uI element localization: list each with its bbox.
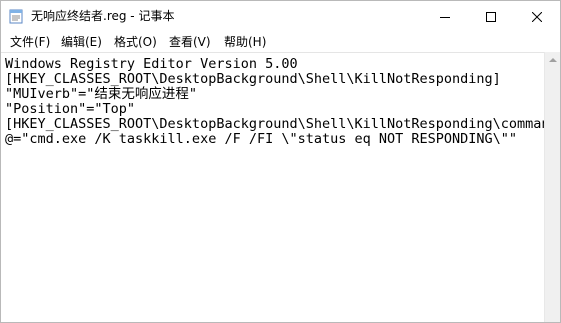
editor-line: [HKEY_CLASSES_ROOT\DesktopBackground\She… xyxy=(5,116,544,132)
text-editor[interactable]: Windows Registry Editor Version 5.00 [HK… xyxy=(1,52,544,322)
minimize-button[interactable] xyxy=(422,1,468,31)
editor-line: "Position"="Top" xyxy=(5,101,136,117)
menu-view[interactable]: 查看(V) xyxy=(169,33,211,50)
notepad-app-icon[interactable] xyxy=(9,8,23,24)
editor-line: [HKEY_CLASSES_ROOT\DesktopBackground\She… xyxy=(5,71,501,87)
maximize-button[interactable] xyxy=(468,1,514,31)
title-bar[interactable]: 无响应终结者.reg - 记事本 xyxy=(1,1,560,31)
close-button[interactable] xyxy=(514,1,560,31)
editor-line: "MUIverb"="结束无响应进程" xyxy=(5,86,198,102)
vertical-scrollbar[interactable] xyxy=(544,52,560,322)
menu-help[interactable]: 帮助(H) xyxy=(224,33,266,50)
maximize-icon xyxy=(486,7,496,26)
editor-line: Windows Registry Editor Version 5.00 xyxy=(5,56,298,72)
menu-bar: 文件(F) 编辑(E) 格式(O) 查看(V) 帮助(H) xyxy=(1,31,560,51)
menu-format[interactable]: 格式(O) xyxy=(114,33,157,50)
minimize-icon xyxy=(440,7,450,26)
editor-line: @="cmd.exe /K taskkill.exe /F /FI \"stat… xyxy=(5,131,518,147)
menu-edit[interactable]: 编辑(E) xyxy=(61,33,102,50)
menu-file[interactable]: 文件(F) xyxy=(10,33,50,50)
scroll-up-arrow-icon[interactable] xyxy=(549,58,557,62)
close-icon xyxy=(531,7,543,26)
window-title: 无响应终结者.reg - 记事本 xyxy=(31,9,175,23)
notepad-window: 无响应终结者.reg - 记事本 文件(F) 编辑(E) 格式(O) 查看(V)… xyxy=(0,0,561,323)
